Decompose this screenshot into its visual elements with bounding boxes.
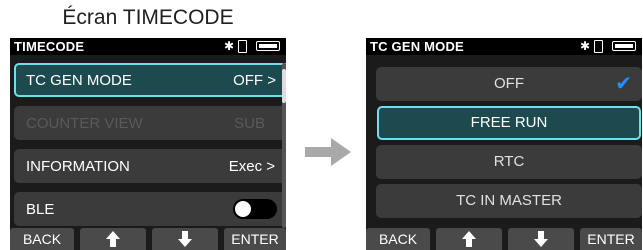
sd-card-icon — [238, 40, 247, 53]
softkey-bar: BACK ENTER — [10, 226, 286, 250]
up-button[interactable] — [80, 228, 146, 250]
menu-item-label: COUNTER VIEW — [26, 115, 143, 132]
menu-item-ble[interactable]: BLE — [14, 192, 286, 226]
menu-item-label: TC GEN MODE — [26, 72, 132, 89]
option-label: FREE RUN — [470, 114, 548, 131]
timecode-screen: TIMECODE ✱ TC GEN MODE OFF > COUNTER VIE… — [10, 38, 286, 250]
battery-icon — [256, 41, 280, 51]
title-bar: TC GEN MODE ✱ — [366, 38, 642, 55]
back-button[interactable]: BACK — [366, 228, 430, 250]
caption: Écran TIMECODE — [62, 6, 234, 29]
battery-icon — [612, 41, 636, 51]
enter-button[interactable]: ENTER — [224, 228, 286, 250]
scrollbar[interactable] — [282, 63, 286, 228]
right-arrow-icon — [305, 138, 351, 166]
option-free-run[interactable]: FREE RUN — [377, 106, 641, 140]
option-rtc[interactable]: RTC — [376, 145, 642, 179]
option-label: TC IN MASTER — [456, 192, 562, 209]
down-arrow-icon — [534, 231, 548, 247]
checkmark-icon: ✔ — [615, 73, 632, 95]
title-bar: TIMECODE ✱ — [10, 38, 286, 55]
menu-item-label: INFORMATION — [26, 158, 130, 175]
option-tc-in-master[interactable]: TC IN MASTER — [376, 184, 642, 218]
toggle-knob — [235, 201, 251, 217]
menu-item-value: Exec > — [228, 158, 275, 175]
softkey-bar: BACK ENTER — [366, 226, 642, 250]
menu-item-tc-gen-mode[interactable]: TC GEN MODE OFF > — [14, 63, 286, 97]
menu-item-label: BLE — [26, 201, 55, 218]
status-icons: ✱ — [558, 39, 638, 53]
up-button[interactable] — [436, 228, 502, 250]
bluetooth-icon: ✱ — [224, 39, 235, 53]
option-off[interactable]: OFF ✔ — [376, 67, 642, 101]
tc-gen-mode-screen: TC GEN MODE ✱ OFF ✔ FREE RUN RTC TC IN M… — [366, 38, 642, 250]
scrollbar-thumb[interactable] — [282, 69, 286, 103]
back-button[interactable]: BACK — [10, 228, 74, 250]
status-icons: ✱ — [202, 39, 282, 53]
sd-card-icon — [594, 40, 603, 53]
screen-title: TC GEN MODE — [370, 39, 464, 54]
down-button[interactable] — [508, 228, 574, 250]
down-button[interactable] — [152, 228, 218, 250]
ble-toggle[interactable] — [233, 199, 277, 219]
up-arrow-icon — [462, 231, 476, 247]
option-label: OFF — [494, 75, 524, 92]
menu-item-value: SUB — [234, 115, 265, 132]
menu-item-information[interactable]: INFORMATION Exec > — [14, 149, 286, 183]
enter-button[interactable]: ENTER — [580, 228, 642, 250]
screen-title: TIMECODE — [14, 39, 85, 54]
up-arrow-icon — [106, 231, 120, 247]
down-arrow-icon — [178, 231, 192, 247]
bluetooth-icon: ✱ — [580, 39, 591, 53]
menu-item-counter-view: COUNTER VIEW SUB — [14, 106, 286, 140]
menu-item-value: OFF > — [233, 72, 276, 89]
option-label: RTC — [493, 153, 525, 170]
